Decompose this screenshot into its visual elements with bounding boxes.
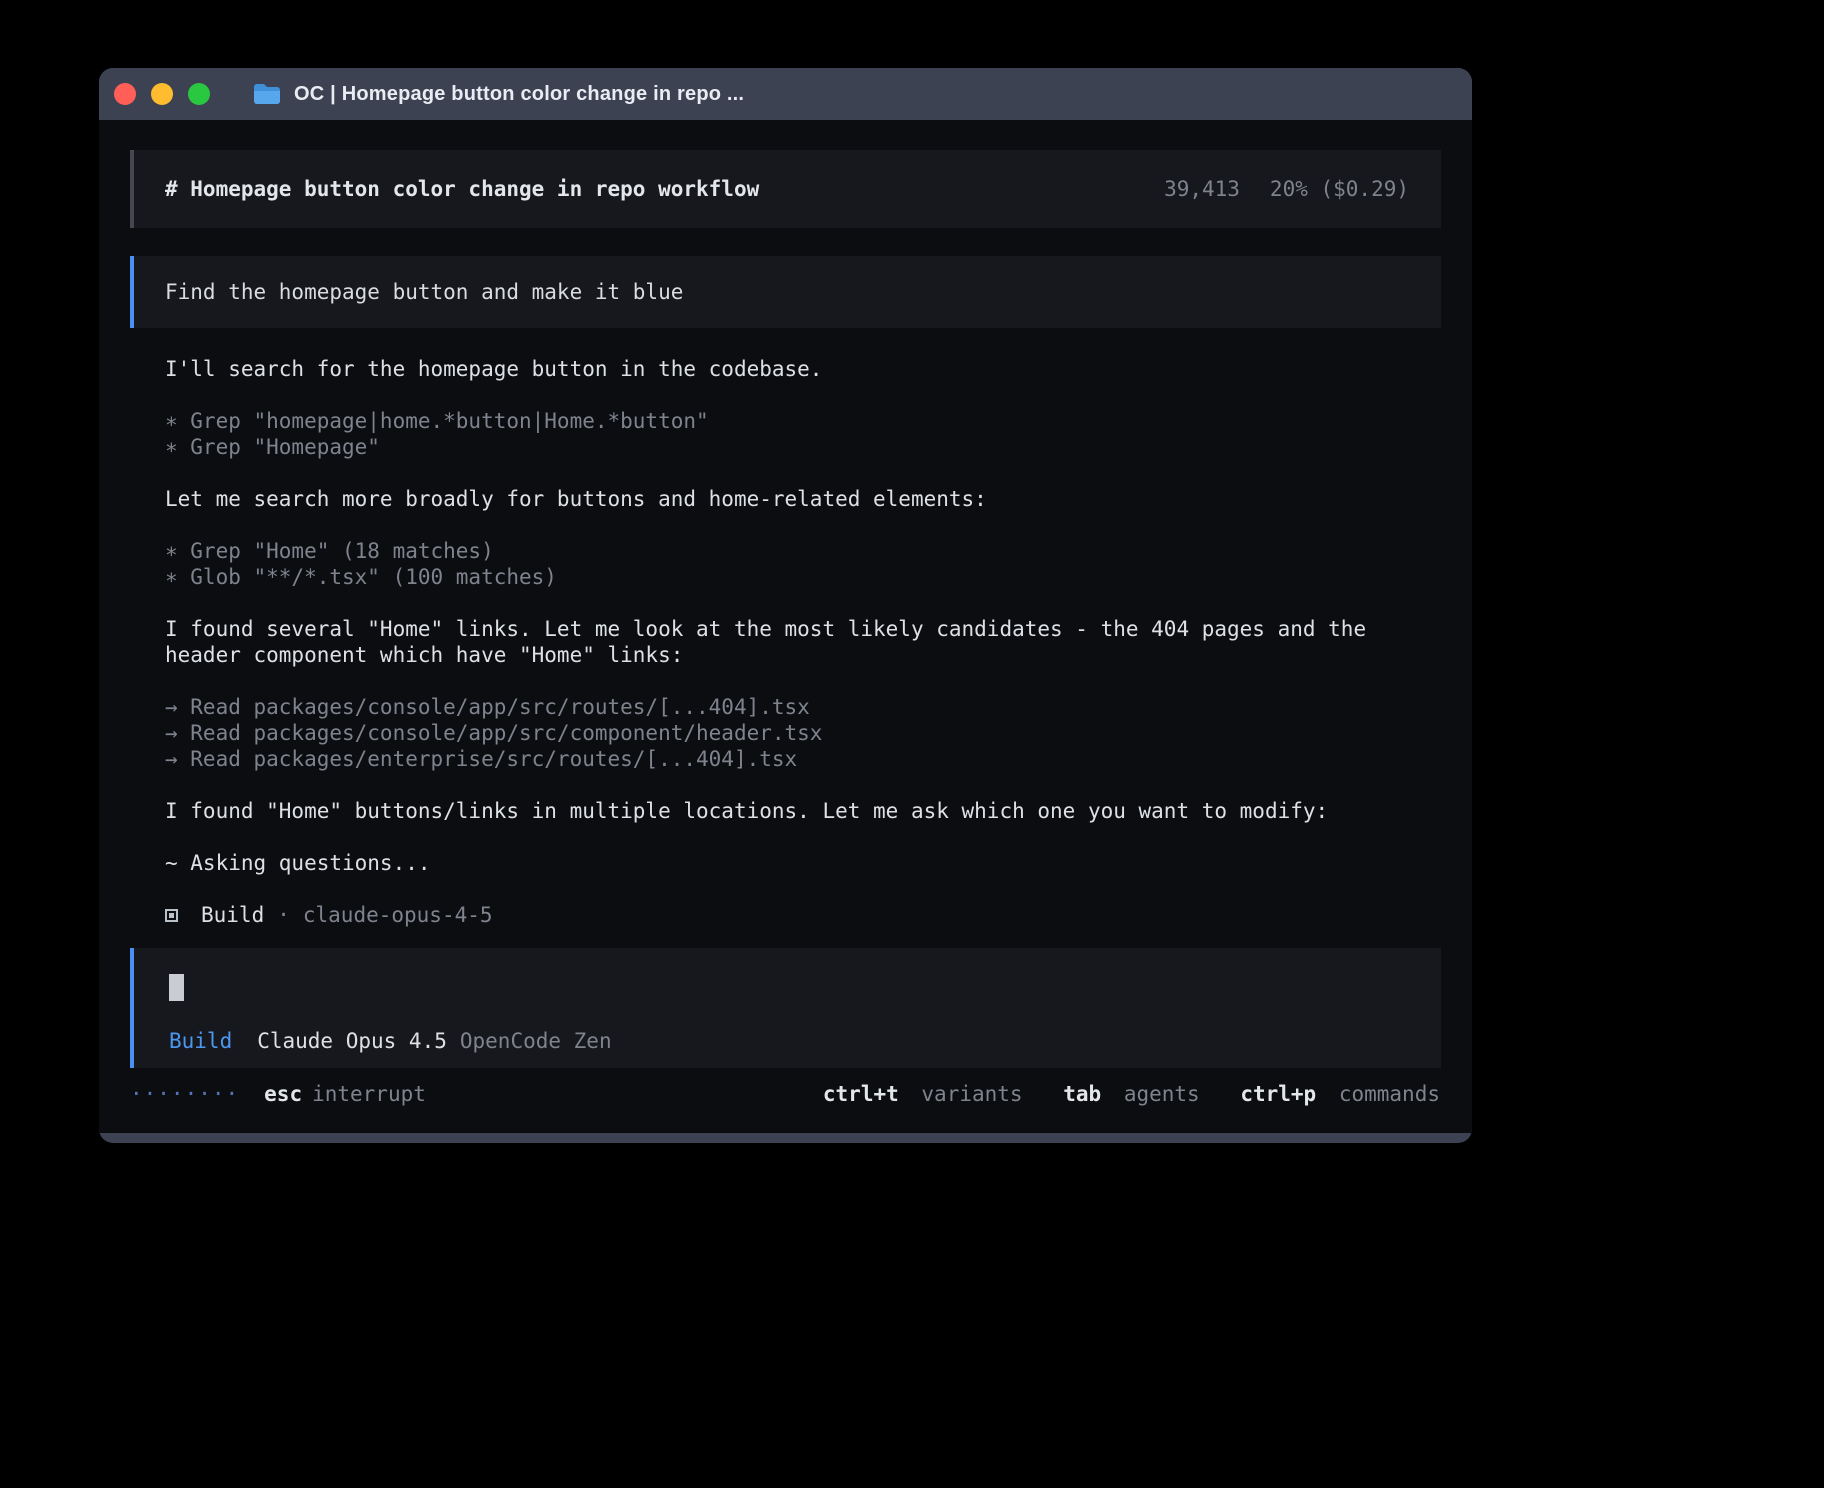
- agent-mode-label: Build: [169, 1028, 232, 1054]
- assistant-text: Let me search more broadly for buttons a…: [165, 486, 1440, 512]
- window-title: OC | Homepage button color change in rep…: [294, 83, 744, 106]
- shortcut-label-commands: commands: [1339, 1082, 1440, 1106]
- agent-model: claude-opus-4-5: [303, 902, 493, 928]
- user-message-text: Find the homepage button and make it blu…: [165, 279, 683, 305]
- shortcut-label-variants: variants: [921, 1082, 1022, 1106]
- agent-separator: ·: [277, 902, 290, 928]
- zoom-button[interactable]: [188, 83, 210, 105]
- user-message: Find the homepage button and make it blu…: [130, 256, 1441, 328]
- terminal-window: OC | Homepage button color change in rep…: [99, 68, 1472, 1143]
- provider-label: OpenCode Zen: [460, 1028, 612, 1054]
- tool-call-read: → Read packages/enterprise/src/routes/[.…: [165, 746, 1440, 772]
- shortcut-agents: tab agents: [1063, 1082, 1212, 1106]
- agent-name: Build: [201, 902, 264, 928]
- model-label: Claude Opus 4.5: [257, 1028, 447, 1054]
- session-header: # Homepage button color change in repo w…: [130, 150, 1441, 228]
- shortcut-key-tab: tab: [1063, 1082, 1101, 1106]
- tool-call-grep: ∗ Grep "Home" (18 matches): [165, 538, 1440, 564]
- shortcut-key-ctrl-p: ctrl+p: [1240, 1082, 1316, 1106]
- terminal-content[interactable]: # Homepage button color change in repo w…: [99, 120, 1472, 1133]
- model-row: Build Claude Opus 4.5 OpenCode Zen: [169, 1028, 1409, 1054]
- agent-icon: [165, 909, 178, 922]
- text-cursor: [169, 974, 184, 1001]
- minimize-button[interactable]: [151, 83, 173, 105]
- session-title: # Homepage button color change in repo w…: [165, 176, 759, 202]
- tool-call-read: → Read packages/console/app/src/routes/[…: [165, 694, 1440, 720]
- token-count: 39,413: [1164, 176, 1240, 202]
- close-button[interactable]: [114, 83, 136, 105]
- tool-call-grep: ∗ Grep "homepage|home.*button|Home.*butt…: [165, 408, 1440, 434]
- spinner-dots: ········: [130, 1081, 239, 1107]
- folder-icon: [253, 83, 281, 105]
- window-titlebar[interactable]: OC | Homepage button color change in rep…: [99, 68, 1472, 120]
- shortcut-label-agents: agents: [1124, 1082, 1200, 1106]
- assistant-text: I found "Home" buttons/links in multiple…: [165, 798, 1440, 824]
- tool-call-grep: ∗ Grep "Homepage": [165, 434, 1440, 460]
- tool-call-group: ∗ Grep "homepage|home.*button|Home.*butt…: [165, 408, 1440, 460]
- agent-status-line: Build · claude-opus-4-5: [165, 902, 1440, 928]
- session-meta: 39,413 20% ($0.29): [1164, 176, 1409, 202]
- assistant-text: I found several "Home" links. Let me loo…: [165, 616, 1440, 668]
- tool-call-group: ∗ Grep "Home" (18 matches) ∗ Glob "**/*.…: [165, 538, 1440, 590]
- shortcut-variants: ctrl+t variants: [823, 1082, 1035, 1106]
- tool-call-group: → Read packages/console/app/src/routes/[…: [165, 694, 1440, 772]
- shortcut-commands: ctrl+p commands: [1240, 1082, 1440, 1106]
- status-left: ········ esc interrupt: [130, 1081, 426, 1107]
- shortcut-label-interrupt: interrupt: [312, 1081, 426, 1107]
- assistant-transcript: I'll search for the homepage button in t…: [130, 356, 1440, 928]
- prompt-input[interactable]: Build Claude Opus 4.5 OpenCode Zen: [130, 948, 1441, 1068]
- shortcut-key-ctrl-t: ctrl+t: [823, 1082, 899, 1106]
- context-usage: 20% ($0.29): [1270, 176, 1409, 202]
- assistant-text: I'll search for the homepage button in t…: [165, 356, 1440, 382]
- shortcut-key-esc: esc: [264, 1081, 302, 1107]
- status-bar: ········ esc interrupt ctrl+t variants t…: [130, 1081, 1441, 1107]
- traffic-lights: [114, 83, 225, 105]
- status-right: ctrl+t variants tab agents ctrl+p comman…: [795, 1081, 1440, 1107]
- status-text: ~ Asking questions...: [165, 850, 1440, 876]
- tool-call-read: → Read packages/console/app/src/componen…: [165, 720, 1440, 746]
- tool-call-glob: ∗ Glob "**/*.tsx" (100 matches): [165, 564, 1440, 590]
